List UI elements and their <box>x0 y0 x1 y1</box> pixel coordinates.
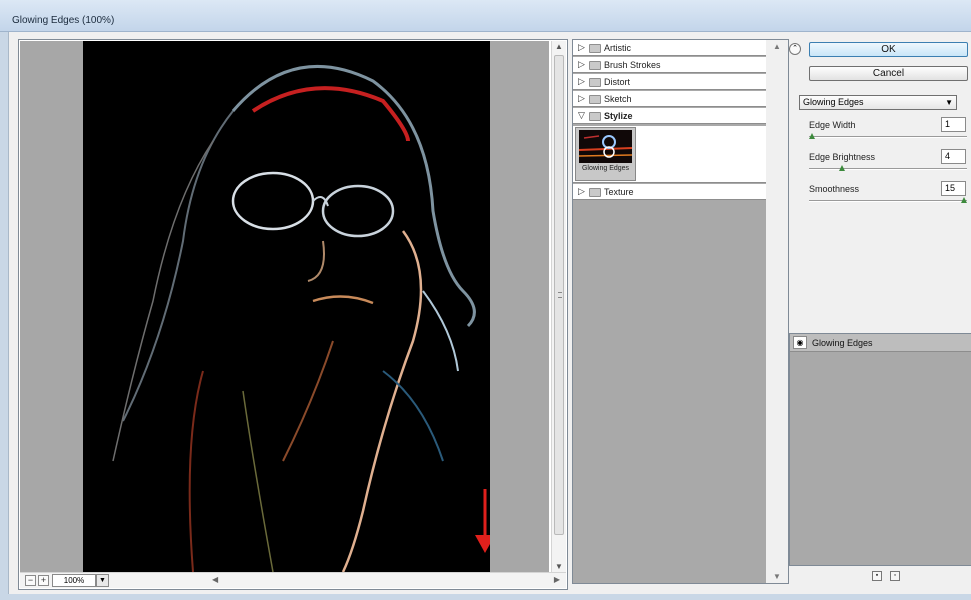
edge-brightness-slider-knob[interactable] <box>839 165 846 172</box>
glowing-edges-illustration <box>112 65 490 572</box>
edge-width-label: Edge Width <box>809 120 856 130</box>
preview-pane[interactable]: ▲ ▼ − + 100% ▼ ◀ ▶ <box>18 39 568 590</box>
category-texture[interactable]: ▷ Texture <box>573 184 766 200</box>
cancel-button[interactable]: Cancel <box>809 66 968 81</box>
scroll-up-icon[interactable]: ▲ <box>555 42 563 51</box>
thumbnail-image <box>579 130 632 163</box>
title-bar: Glowing Edges (100%) <box>0 0 971 32</box>
category-distort[interactable]: ▷ Distort <box>573 74 766 90</box>
edge-width-slider-track[interactable] <box>809 136 967 138</box>
red-arrow-annotation <box>475 489 490 553</box>
zoom-level-field[interactable]: 100% <box>52 574 96 587</box>
smoothness-input[interactable]: 15 <box>941 181 966 196</box>
category-label: Artistic <box>604 43 631 53</box>
filter-select-value: Glowing Edges <box>803 97 864 107</box>
category-sketch[interactable]: ▷ Sketch <box>573 91 766 107</box>
expand-triangle-icon[interactable]: ▷ <box>578 42 585 53</box>
edge-width-slider-knob[interactable] <box>809 133 815 140</box>
filter-gallery: ▷ Artistic ▷ Brush Strokes ▷ Distort ▷ S… <box>572 39 789 584</box>
edge-brightness-slider-track[interactable] <box>809 168 967 170</box>
zoom-in-button[interactable]: + <box>38 575 49 586</box>
eye-icon[interactable]: ◉ <box>793 336 807 349</box>
edge-width-input[interactable]: 1 <box>941 117 966 132</box>
category-stylize[interactable]: ▽ Stylize <box>573 108 766 124</box>
effect-layer-row[interactable]: ◉ Glowing Edges <box>790 334 971 352</box>
filter-thumbnail-glowing-edges[interactable]: Glowing Edges <box>575 127 636 181</box>
effect-layer-label: Glowing Edges <box>812 338 873 348</box>
folder-icon <box>589 44 601 53</box>
preview-image[interactable] <box>83 41 490 572</box>
category-label: Brush Strokes <box>604 60 661 70</box>
gallery-scrollbar[interactable]: ▲ ▼ <box>766 40 788 583</box>
scroll-up-icon[interactable]: ▲ <box>773 42 781 51</box>
scroll-right-icon[interactable]: ▶ <box>554 575 560 584</box>
zoom-out-button[interactable]: − <box>25 575 36 586</box>
folder-open-icon <box>589 112 601 121</box>
smoothness-slider-knob[interactable] <box>961 197 967 204</box>
ok-button[interactable]: OK <box>809 42 968 57</box>
zoom-dropdown-button[interactable]: ▼ <box>96 574 109 587</box>
expand-triangle-icon[interactable]: ▷ <box>578 76 585 87</box>
effect-layers-panel: ◉ Glowing Edges <box>789 333 971 566</box>
category-label: Stylize <box>604 111 633 121</box>
scroll-left-icon[interactable]: ◀ <box>212 575 218 584</box>
preview-zoom-bar: − + 100% ▼ ◀ ▶ <box>20 572 566 588</box>
chevron-down-icon: ▼ <box>945 98 953 107</box>
folder-icon <box>589 61 601 70</box>
expand-triangle-icon[interactable]: ▷ <box>578 93 585 104</box>
preview-vertical-scrollbar[interactable]: ▲ ▼ <box>551 41 566 572</box>
new-effect-layer-icon[interactable]: ▪ <box>872 571 882 581</box>
edge-brightness-label: Edge Brightness <box>809 152 876 162</box>
category-brush-strokes[interactable]: ▷ Brush Strokes <box>573 57 766 73</box>
collapse-gallery-icon[interactable]: ⌃ <box>789 43 801 55</box>
smoothness-label: Smoothness <box>809 184 860 194</box>
smoothness-slider-track[interactable] <box>809 200 967 202</box>
collapse-triangle-icon[interactable]: ▽ <box>578 110 585 121</box>
folder-icon <box>589 188 601 197</box>
preview-canvas[interactable] <box>20 41 549 572</box>
folder-icon <box>589 78 601 87</box>
scroll-down-icon[interactable]: ▼ <box>773 572 781 581</box>
expand-triangle-icon[interactable]: ▷ <box>578 59 585 70</box>
scroll-down-icon[interactable]: ▼ <box>555 562 563 571</box>
filter-select[interactable]: Glowing Edges ▼ <box>799 95 957 110</box>
window-title: Glowing Edges (100%) <box>12 15 115 26</box>
filter-gallery-dialog: ▲ ▼ − + 100% ▼ ◀ ▶ ▷ Artistic ▷ Brush St… <box>8 32 971 594</box>
thumbnail-label: Glowing Edges <box>581 165 630 172</box>
category-artistic[interactable]: ▷ Artistic <box>573 40 766 56</box>
folder-icon <box>589 95 601 104</box>
scroll-thumb[interactable] <box>554 55 564 535</box>
category-label: Distort <box>604 77 631 87</box>
stylize-thumbnails: Glowing Edges <box>573 126 766 183</box>
category-label: Texture <box>604 187 634 197</box>
expand-triangle-icon[interactable]: ▷ <box>578 186 585 197</box>
trash-icon[interactable]: ▫ <box>890 571 900 581</box>
category-label: Sketch <box>604 94 632 104</box>
edge-brightness-input[interactable]: 4 <box>941 149 966 164</box>
